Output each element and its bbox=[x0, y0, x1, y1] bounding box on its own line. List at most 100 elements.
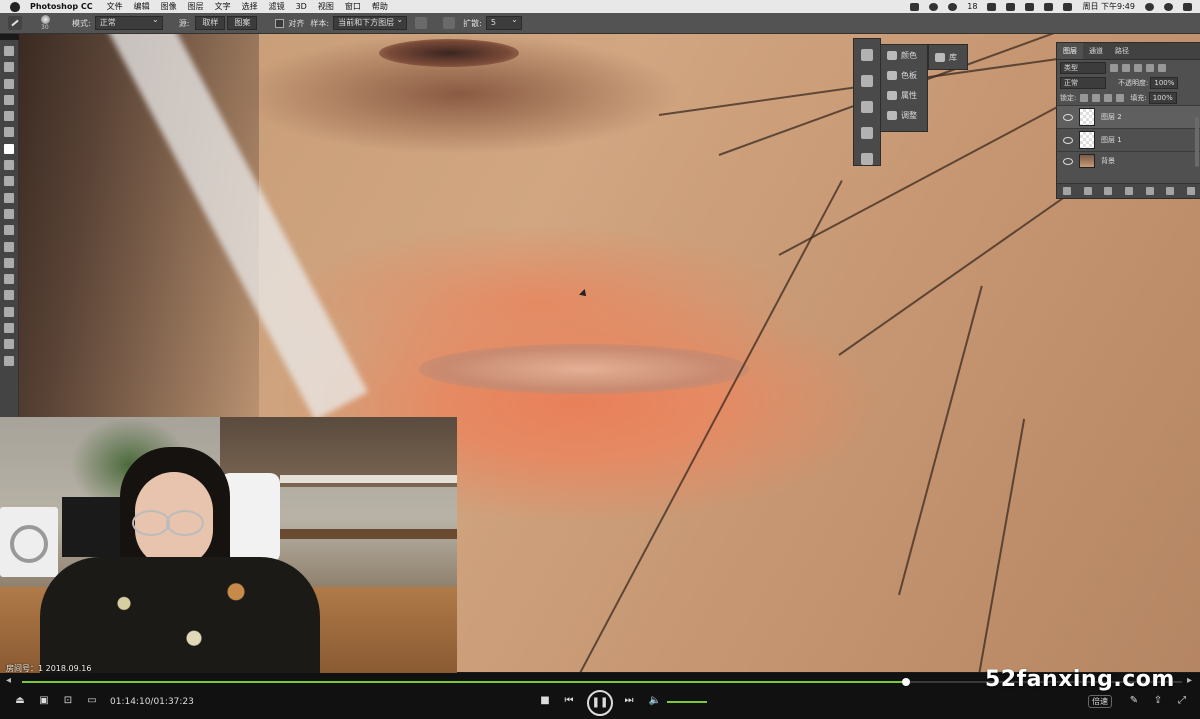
volume-slider[interactable] bbox=[667, 701, 707, 703]
brush-settings-icon[interactable] bbox=[861, 49, 873, 61]
character-icon[interactable] bbox=[861, 127, 873, 139]
danmaku-icon[interactable]: ▭ bbox=[84, 693, 100, 709]
ignore-adjustment-layers-icon[interactable] bbox=[415, 17, 428, 29]
gradient-tool-icon[interactable] bbox=[4, 225, 14, 236]
menu-3d[interactable]: 3D bbox=[296, 2, 307, 11]
shape-tool-icon[interactable] bbox=[4, 323, 14, 334]
progress-knob[interactable] bbox=[901, 678, 910, 686]
seek-back-icon[interactable]: ◂ bbox=[6, 675, 11, 686]
eye-icon[interactable] bbox=[1063, 113, 1073, 121]
share-icon[interactable]: ⇪ bbox=[1150, 693, 1166, 709]
filter-shape-icon[interactable] bbox=[1146, 63, 1154, 72]
menu-help[interactable]: 帮助 bbox=[372, 1, 388, 12]
dock-item-properties[interactable]: 属性 bbox=[881, 85, 927, 105]
eject-icon[interactable]: ⏏ bbox=[12, 693, 28, 709]
add-mask-icon[interactable] bbox=[1104, 187, 1113, 195]
notification-center-icon[interactable] bbox=[1183, 2, 1192, 11]
previous-icon[interactable]: ⏮ bbox=[561, 693, 577, 709]
pip-icon[interactable]: ▣ bbox=[36, 693, 52, 709]
clock[interactable]: 周日 下午9:49 bbox=[1082, 1, 1135, 12]
menu-file[interactable]: 文件 bbox=[107, 1, 123, 12]
crop-tool-icon[interactable] bbox=[4, 111, 14, 122]
dock-item-libraries[interactable]: 库 bbox=[929, 45, 967, 69]
menu-layer[interactable]: 图层 bbox=[188, 1, 204, 12]
sample-select[interactable]: 当前和下方图层 bbox=[333, 14, 408, 30]
tab-channels[interactable]: 通道 bbox=[1083, 43, 1109, 59]
spotlight-icon[interactable] bbox=[1145, 2, 1154, 11]
lock-image-icon[interactable] bbox=[1092, 93, 1101, 102]
paragraph-icon[interactable] bbox=[861, 153, 873, 165]
fill-input[interactable]: 100% bbox=[1148, 91, 1177, 104]
layer-filter-select[interactable]: 类型 bbox=[1060, 61, 1106, 74]
move-tool-icon[interactable] bbox=[4, 46, 14, 56]
pressure-icon[interactable] bbox=[443, 17, 456, 29]
brush-tool-icon[interactable] bbox=[4, 160, 14, 171]
type-tool-icon[interactable] bbox=[4, 290, 14, 301]
layer-row[interactable]: 背景 bbox=[1057, 151, 1200, 170]
eraser-tool-icon[interactable] bbox=[4, 208, 14, 219]
app-name-menu[interactable]: Photoshop CC bbox=[30, 2, 93, 11]
bluetooth-icon[interactable] bbox=[987, 2, 997, 11]
mode-select[interactable]: 正常 bbox=[94, 14, 163, 30]
tab-layers[interactable]: 图层 bbox=[1057, 43, 1083, 59]
eye-icon[interactable] bbox=[1063, 136, 1073, 144]
filter-smart-icon[interactable] bbox=[1158, 63, 1166, 72]
menu-view[interactable]: 视图 bbox=[318, 1, 334, 12]
lock-all-icon[interactable] bbox=[1116, 93, 1125, 102]
pen-tool-icon[interactable] bbox=[4, 274, 14, 285]
new-layer-icon[interactable] bbox=[1166, 187, 1175, 195]
tool-presets-icon[interactable] bbox=[861, 101, 873, 113]
new-group-icon[interactable] bbox=[1145, 187, 1154, 195]
link-layers-icon[interactable] bbox=[1063, 187, 1072, 195]
apple-icon[interactable] bbox=[10, 1, 20, 12]
dock-item-color[interactable]: 颜色 bbox=[881, 45, 927, 65]
aligned-checkbox[interactable] bbox=[275, 18, 285, 28]
blend-mode-select[interactable]: 正常 bbox=[1060, 76, 1106, 89]
eyedropper-tool-icon[interactable] bbox=[4, 127, 14, 138]
clone-stamp-tool-icon[interactable] bbox=[4, 176, 14, 187]
layers-scrollbar[interactable] bbox=[1195, 117, 1199, 167]
wechat-icon[interactable] bbox=[948, 2, 958, 11]
battery-icon[interactable] bbox=[1044, 2, 1054, 11]
pause-button[interactable]: ❚❚ bbox=[587, 690, 613, 716]
zoom-tool-icon[interactable] bbox=[4, 355, 14, 366]
menu-window[interactable]: 窗口 bbox=[345, 1, 361, 12]
wifi-icon[interactable] bbox=[1006, 2, 1016, 11]
pattern-button[interactable]: 图案 bbox=[227, 16, 258, 30]
location-icon[interactable] bbox=[910, 2, 920, 11]
screenshot-icon[interactable]: ⊡ bbox=[60, 693, 76, 709]
clone-source-icon[interactable] bbox=[861, 75, 873, 87]
lock-transparent-icon[interactable] bbox=[1080, 93, 1089, 102]
seek-forward-icon[interactable]: ▸ bbox=[1187, 675, 1192, 686]
layer-row[interactable]: 图层 1 bbox=[1057, 128, 1200, 151]
lasso-tool-icon[interactable] bbox=[4, 78, 14, 89]
filter-pixel-icon[interactable] bbox=[1110, 63, 1118, 72]
timer-icon[interactable] bbox=[929, 2, 939, 11]
menu-edit[interactable]: 编辑 bbox=[134, 1, 150, 12]
brush-preset-picker[interactable]: 30 bbox=[36, 15, 56, 31]
input-method-icon[interactable] bbox=[1063, 2, 1073, 11]
filter-adjustment-icon[interactable] bbox=[1122, 63, 1130, 72]
menu-type[interactable]: 文字 bbox=[215, 1, 231, 12]
eye-icon[interactable] bbox=[1063, 157, 1073, 165]
fullscreen-icon[interactable]: ⤢ bbox=[1174, 693, 1190, 709]
healing-brush-tool-icon[interactable] bbox=[8, 16, 22, 30]
blur-tool-icon[interactable] bbox=[4, 241, 14, 252]
menu-select[interactable]: 选择 bbox=[242, 1, 258, 12]
dodge-tool-icon[interactable] bbox=[4, 257, 14, 268]
layer-row[interactable]: 图层 2 bbox=[1057, 105, 1200, 128]
speed-button[interactable]: 倍速 bbox=[1088, 695, 1112, 708]
path-select-tool-icon[interactable] bbox=[4, 306, 14, 317]
new-adjustment-icon[interactable] bbox=[1124, 187, 1133, 195]
siri-icon[interactable] bbox=[1164, 2, 1173, 11]
sampled-button[interactable]: 取样 bbox=[195, 16, 226, 30]
diffusion-select[interactable]: 5 bbox=[485, 14, 522, 30]
healing-brush-tool-icon[interactable] bbox=[4, 143, 14, 154]
volume-icon[interactable]: 🔈 bbox=[647, 693, 663, 709]
fx-icon[interactable] bbox=[1083, 187, 1092, 195]
opacity-input[interactable]: 100% bbox=[1150, 76, 1179, 89]
dock-item-swatches[interactable]: 色板 bbox=[881, 65, 927, 85]
tab-paths[interactable]: 路径 bbox=[1109, 43, 1135, 59]
next-icon[interactable]: ⏭ bbox=[621, 693, 637, 709]
hand-tool-icon[interactable] bbox=[4, 339, 14, 350]
